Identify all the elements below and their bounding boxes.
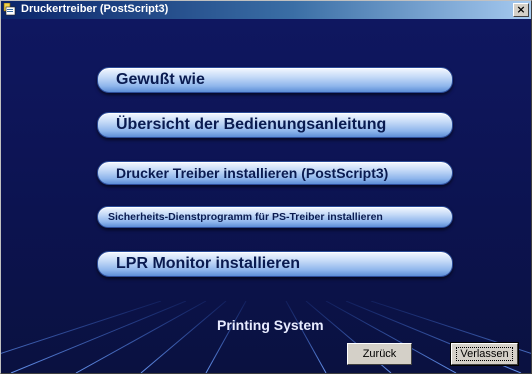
menu-button-manual-overview[interactable]: Übersicht der Bedienungsanleitung — [97, 112, 453, 138]
menu-button-how-to[interactable]: Gewußt wie — [97, 67, 453, 93]
title-bar[interactable]: Druckertreiber (PostScript3) × — [1, 1, 531, 19]
close-icon: × — [516, 3, 526, 16]
menu-button-install-security-utility[interactable]: Sicherheits-Dienstprogramm für PS-Treibe… — [97, 206, 453, 228]
app-icon — [3, 3, 16, 16]
back-button[interactable]: Zurück — [347, 343, 412, 365]
installer-window: Druckertreiber (PostScript3) × Gewußt wi… — [0, 0, 532, 374]
menu-button-install-printer-driver[interactable]: Drucker Treiber installieren (PostScript… — [97, 161, 453, 185]
main-panel: Gewußt wie Übersicht der Bedienungsanlei… — [1, 19, 531, 373]
menu-button-install-lpr-monitor[interactable]: LPR Monitor installieren — [97, 251, 453, 277]
exit-button-label: Verlassen — [456, 347, 513, 361]
exit-button[interactable]: Verlassen — [450, 342, 519, 366]
system-label: Printing System — [217, 317, 324, 333]
close-button[interactable]: × — [513, 3, 529, 17]
window-title: Druckertreiber (PostScript3) — [21, 3, 169, 15]
